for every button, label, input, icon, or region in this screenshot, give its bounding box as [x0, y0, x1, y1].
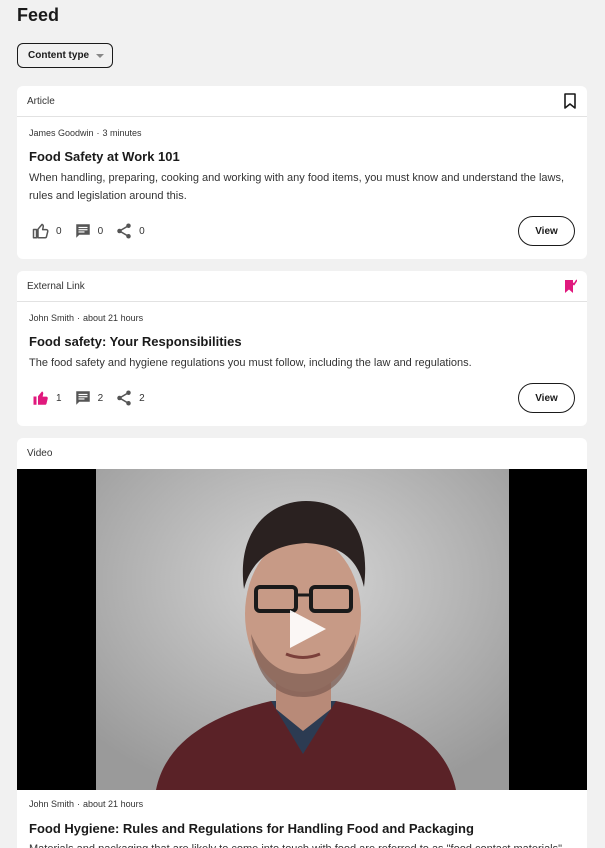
card-actions: 1 2 2 View: [32, 383, 575, 413]
card-header: Article: [17, 86, 587, 117]
post-time: about 21 hours: [83, 313, 144, 323]
share-button[interactable]: 2: [115, 389, 145, 407]
comment-button[interactable]: 0: [74, 222, 104, 240]
card-meta: James Goodwin · 3 minutes: [29, 128, 575, 140]
card-header: External Link: [17, 271, 587, 302]
post-time: about 21 hours: [83, 799, 144, 809]
comment-button[interactable]: 2: [74, 389, 104, 407]
author-name: John Smith: [29, 799, 75, 809]
like-button[interactable]: 1: [32, 389, 62, 407]
share-button[interactable]: 0: [115, 222, 145, 240]
meta-separator: ·: [96, 128, 100, 138]
share-count: 2: [139, 392, 145, 404]
card-title[interactable]: Food Hygiene: Rules and Regulations for …: [29, 821, 575, 837]
feed-card-external-link: External Link John Smith · about 21 hour…: [17, 271, 587, 426]
thumbs-up-icon: [32, 223, 49, 239]
share-icon: [117, 390, 131, 406]
card-description: When handling, preparing, cooking and wo…: [29, 172, 565, 202]
feed-card-article: Article James Goodwin · 3 minutes Food S…: [17, 86, 587, 259]
like-count: 1: [56, 392, 62, 404]
view-button[interactable]: View: [518, 216, 575, 246]
card-description: Materials and packaging that are likely …: [29, 840, 575, 848]
page-title: Feed: [17, 5, 60, 25]
chevron-down-icon: [96, 53, 105, 58]
view-button[interactable]: View: [518, 383, 575, 413]
comment-count: 2: [97, 392, 104, 404]
filter-label: Content type: [28, 50, 90, 61]
card-header: Video: [17, 438, 587, 469]
meta-separator: ·: [77, 799, 81, 809]
card-description: The food safety and hygiene regulations …: [29, 357, 472, 369]
comment-icon: [75, 224, 90, 238]
comment-count: 0: [97, 225, 104, 237]
bookmark-icon[interactable]: [563, 93, 577, 109]
content-type-label: Article: [27, 95, 55, 107]
author-name: John Smith: [29, 313, 75, 323]
feed-page: Feed Content type Article James Goodwin …: [0, 0, 605, 848]
card-meta: John Smith · about 21 hours: [29, 799, 575, 811]
meta-separator: ·: [77, 313, 81, 323]
like-button[interactable]: 0: [32, 222, 62, 240]
thumbs-up-filled-icon: [33, 391, 48, 405]
content-type-label: Video: [27, 448, 53, 459]
card-meta: John Smith · about 21 hours: [29, 313, 575, 325]
feed-card-video: Video John Smith · about 21 hours Food H…: [17, 438, 587, 848]
content-type-filter[interactable]: Content type: [17, 43, 113, 68]
share-count: 0: [139, 225, 145, 237]
post-time: 3 minutes: [102, 128, 142, 138]
comment-icon: [75, 391, 90, 405]
card-title[interactable]: Food safety: Your Responsibilities: [29, 334, 575, 350]
share-icon: [117, 223, 131, 239]
card-title[interactable]: Food Safety at Work 101: [29, 149, 575, 165]
content-type-label: External Link: [27, 280, 85, 292]
bookmark-filled-icon[interactable]: [563, 278, 577, 294]
play-icon[interactable]: [282, 604, 332, 654]
like-count: 0: [56, 225, 62, 237]
author-name: James Goodwin: [29, 128, 94, 138]
video-player[interactable]: [17, 469, 587, 790]
card-actions: 0 0 0 View: [32, 216, 575, 246]
